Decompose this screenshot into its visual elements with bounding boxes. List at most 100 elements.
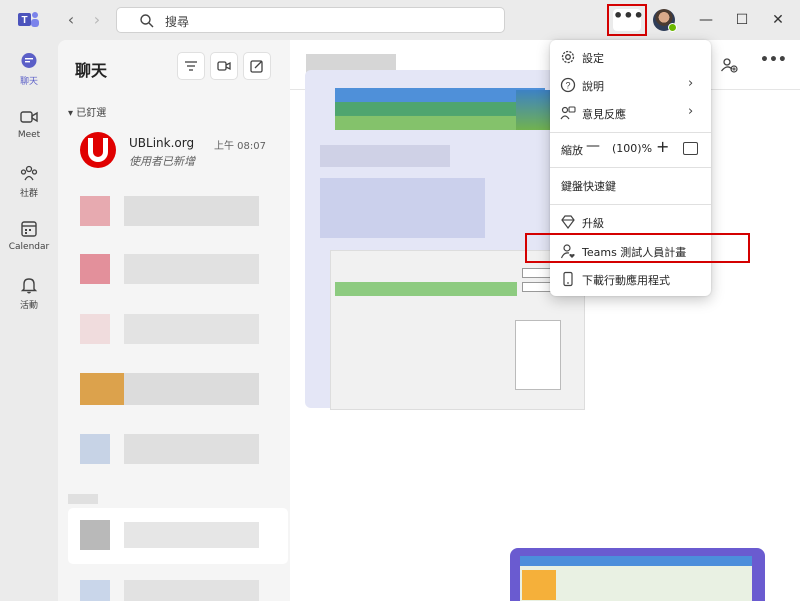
blurred-chat-item[interactable] [124, 580, 259, 601]
menu-item-settings[interactable]: 設定 [550, 44, 711, 70]
more-options-button[interactable]: ••• [613, 8, 644, 31]
diamond-icon [561, 215, 575, 229]
blurred-avatar [80, 580, 110, 601]
menu-divider [550, 132, 711, 133]
blurred-avatar [80, 520, 110, 550]
blurred-image-preview [335, 88, 545, 130]
menu-item-upgrade[interactable]: 升級 [550, 209, 711, 235]
blurred-avatar [80, 314, 110, 344]
zoom-in-button[interactable]: + [656, 137, 669, 156]
menu-item-label: 意見反應 [582, 108, 626, 121]
menu-zoom-row: 縮放 — (100)% + [550, 136, 711, 162]
pane-title: 聊天 [75, 61, 108, 80]
forward-arrow-icon[interactable]: › [88, 10, 106, 30]
blurred-chat-item[interactable] [124, 373, 259, 405]
menu-item-label: 鍵盤快速鍵 [561, 180, 616, 193]
blurred-chat-item[interactable] [124, 434, 259, 464]
help-icon: ? [560, 77, 576, 93]
blurred-avatar [80, 254, 110, 284]
close-button[interactable]: ✕ [768, 10, 788, 30]
minimize-button[interactable]: — [696, 10, 716, 30]
community-icon [20, 165, 38, 181]
title-bar: T ‹ › 搜尋 ••• — ☐ ✕ [0, 0, 800, 40]
search-input[interactable]: 搜尋 [116, 7, 505, 33]
blurred-text [320, 178, 485, 238]
blurred-image-thumbnail [516, 90, 550, 130]
chat-list-item[interactable]: UBLink.org 上午 08:07 使用者已新增 [70, 130, 280, 170]
chevron-right-icon: › [688, 76, 694, 91]
menu-item-label: 設定 [582, 52, 604, 65]
rail-label: Meet [17, 130, 41, 140]
meet-now-button[interactable] [210, 52, 238, 80]
rail-label: 聊天 [19, 77, 38, 87]
menu-item-feedback[interactable]: 意見反應 › [550, 100, 711, 126]
selected-chat-item[interactable] [68, 508, 288, 564]
new-chat-button[interactable] [243, 52, 271, 80]
rail-item-activity[interactable]: 活動 [0, 276, 58, 326]
chat-name: UBLink.org [129, 136, 195, 150]
menu-item-label: 下載行動應用程式 [582, 274, 670, 287]
blurred-section-header[interactable] [68, 494, 98, 504]
gear-icon [561, 50, 575, 64]
conversation-area: ••• [290, 40, 800, 601]
chat-time: 上午 08:07 [214, 141, 266, 152]
ublink-logo-icon [80, 132, 116, 168]
compose-icon [250, 60, 263, 73]
filter-button[interactable] [177, 52, 205, 80]
maximize-button[interactable]: ☐ [732, 10, 752, 30]
blurred-green-bar [335, 282, 517, 296]
chat-preview: 使用者已新增 [129, 155, 195, 168]
blurred-avatar [80, 434, 110, 464]
blurred-panel-thumbnail [515, 320, 561, 390]
blurred-avatar [80, 373, 125, 405]
rail-item-chat[interactable]: 聊天 [0, 52, 58, 102]
chevron-right-icon: › [688, 104, 694, 119]
pinned-section-header[interactable]: ▾ 已釘選 [68, 104, 106, 119]
blurred-webpage-logo [522, 570, 556, 600]
filter-icon [185, 61, 197, 71]
chat-list-pane: 聊天 ▾ 已釘選 UBLink.org 上午 08:07 使用者已新增 [58, 40, 290, 601]
calendar-icon [21, 221, 37, 237]
svg-text:T: T [21, 15, 27, 26]
teams-insider-highlight [525, 233, 750, 263]
blurred-chat-item[interactable] [124, 254, 259, 284]
search-placeholder: 搜尋 [165, 15, 190, 29]
menu-item-label: 說明 [582, 80, 604, 93]
menu-divider [550, 204, 711, 205]
zoom-value: (100)% [612, 142, 653, 155]
zoom-label: 縮放 [561, 144, 583, 157]
rail-item-meet[interactable]: Meet [0, 108, 58, 158]
blurred-webpage-header [520, 556, 752, 566]
add-people-icon[interactable] [720, 56, 738, 74]
menu-divider [550, 167, 711, 168]
teams-logo-icon: T [18, 12, 39, 27]
zoom-fit-icon[interactable] [683, 142, 698, 155]
menu-item-label: 升級 [582, 217, 604, 230]
svg-text:?: ? [565, 81, 570, 91]
phone-icon [563, 271, 573, 287]
blurred-chat-item[interactable] [124, 314, 259, 344]
search-icon [140, 14, 154, 28]
presence-available-icon [668, 23, 677, 32]
rail-label: 活動 [19, 301, 38, 311]
app-rail: 聊天 Meet 社群 Calendar 活動 [0, 40, 58, 601]
back-arrow-icon[interactable]: ‹ [62, 10, 80, 30]
menu-item-keyboard-shortcuts[interactable]: 鍵盤快速鍵 [550, 172, 711, 198]
bell-icon [20, 278, 38, 294]
blurred-chat-item[interactable] [124, 196, 259, 226]
menu-item-download-mobile[interactable]: 下載行動應用程式 [550, 266, 711, 292]
blurred-avatar [80, 196, 110, 226]
blurred-text [320, 145, 450, 167]
video-icon [20, 111, 38, 123]
rail-item-calendar[interactable]: Calendar [0, 220, 58, 270]
rail-label: 社群 [19, 189, 38, 199]
conversation-more-button[interactable]: ••• [760, 52, 787, 72]
rail-label: Calendar [8, 242, 50, 252]
video-icon [217, 61, 231, 71]
more-options-highlight: ••• [607, 4, 647, 36]
feedback-icon [560, 106, 576, 120]
menu-item-help[interactable]: ? 說明 › [550, 72, 711, 98]
blurred-chat-text [124, 522, 259, 548]
zoom-out-button[interactable]: — [586, 138, 600, 154]
rail-item-community[interactable]: 社群 [0, 164, 58, 214]
